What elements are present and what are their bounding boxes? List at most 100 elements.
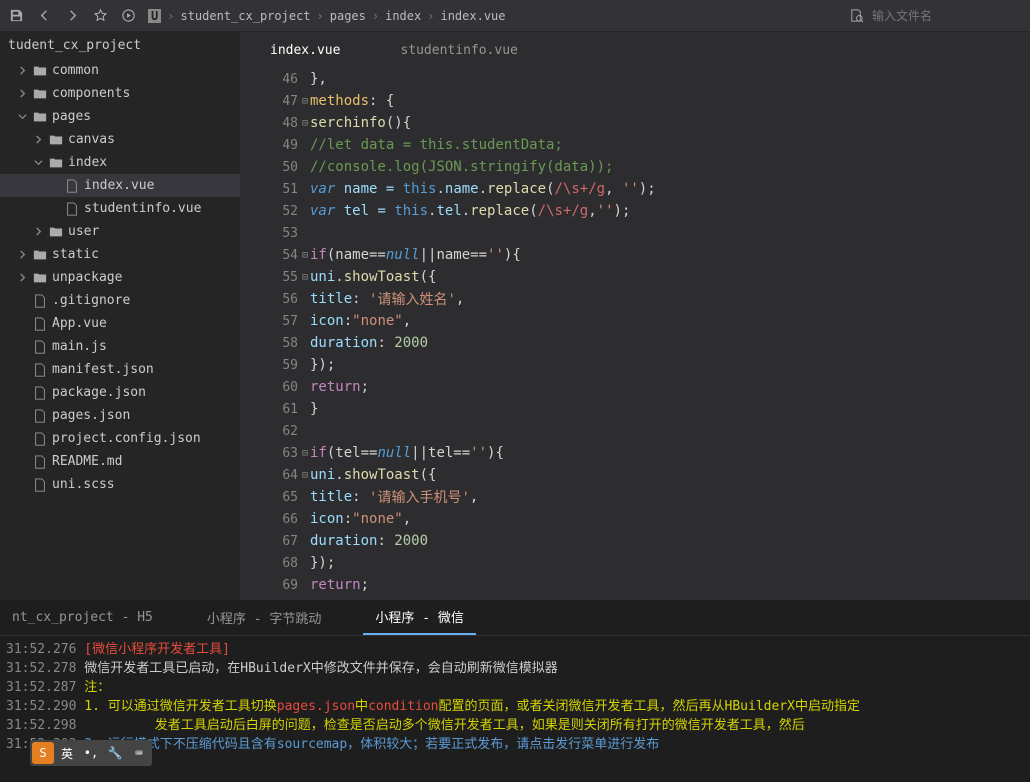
line-number[interactable]: 50 [240,156,310,178]
chevron-right-icon[interactable] [34,227,44,237]
chevron-down-icon[interactable] [34,158,44,168]
tree-folder[interactable]: static [0,243,240,266]
tree-file[interactable]: pages.json [0,404,240,427]
code-line[interactable]: icon:"none", [310,508,1030,530]
ime-keyboard-icon[interactable]: ⌨ [128,742,150,764]
code-line[interactable]: serchinfo(){ [310,112,1030,134]
fold-icon[interactable]: ⊟ [302,448,312,458]
code-line[interactable]: return; [310,574,1030,596]
line-number[interactable]: 54⊟ [240,244,310,266]
code-line[interactable]: duration: 2000 [310,530,1030,552]
tree-file[interactable]: package.json [0,381,240,404]
line-number[interactable]: 67 [240,530,310,552]
tree-folder[interactable]: unpackage [0,266,240,289]
code-line[interactable]: }); [310,354,1030,376]
chevron-right-icon[interactable] [18,250,28,260]
play-icon[interactable] [120,8,136,24]
chevron-right-icon[interactable] [18,66,28,76]
breadcrumb-project[interactable]: student_cx_project [180,9,310,23]
line-number[interactable]: 52 [240,200,310,222]
ime-punct-icon[interactable]: •, [80,742,102,764]
code-line[interactable]: title: '请输入手机号', [310,486,1030,508]
tree-folder[interactable]: index [0,151,240,174]
forward-icon[interactable] [64,8,80,24]
line-number[interactable]: 47⊟ [240,90,310,112]
line-number[interactable]: 63⊟ [240,442,310,464]
tree-file[interactable]: README.md [0,450,240,473]
chevron-right-icon[interactable] [18,89,28,99]
code-line[interactable]: var tel = this.tel.replace(/\s+/g,''); [310,200,1030,222]
line-number[interactable]: 51 [240,178,310,200]
tree-file[interactable]: .gitignore [0,289,240,312]
chevron-down-icon[interactable] [18,112,28,122]
file-search-input[interactable] [872,9,1022,23]
code-line[interactable] [310,420,1030,442]
code-content[interactable]: }, methods: { serchinfo(){ //let data = … [310,68,1030,600]
chevron-right-icon[interactable] [34,135,44,145]
tree-file[interactable]: studentinfo.vue [0,197,240,220]
code-line[interactable]: return; [310,376,1030,398]
breadcrumb-segment[interactable]: pages [330,9,366,23]
search-file-icon[interactable] [848,8,864,24]
line-number[interactable]: 70 [240,596,310,600]
code-line[interactable]: var name = this.name.replace(/\s+/g, '')… [310,178,1030,200]
code-line[interactable]: if(name==null||name==''){ [310,244,1030,266]
line-number[interactable]: 61 [240,398,310,420]
line-number[interactable]: 59 [240,354,310,376]
code-line[interactable]: } [310,398,1030,420]
file-explorer-sidebar[interactable]: tudent_cx_project commoncomponentspagesc… [0,32,240,600]
code-line[interactable]: methods: { [310,90,1030,112]
ime-lang[interactable]: 英 [56,742,78,764]
chevron-right-icon[interactable] [18,273,28,283]
line-number-gutter[interactable]: 4647⊟48⊟495051525354⊟55⊟5657585960616263… [240,68,310,600]
code-line[interactable]: duration: 2000 [310,332,1030,354]
console-tab-bytedance[interactable]: 小程序 - 字节跳动 [195,600,333,635]
code-line[interactable]: }, [310,68,1030,90]
breadcrumb-segment[interactable]: index [385,9,421,23]
fold-icon[interactable]: ⊟ [302,470,312,480]
line-number[interactable]: 56 [240,288,310,310]
line-number[interactable]: 48⊟ [240,112,310,134]
tree-file[interactable]: project.config.json [0,427,240,450]
ime-tools-icon[interactable]: 🔧 [104,742,126,764]
code-line[interactable]: }); [310,552,1030,574]
code-line[interactable] [310,222,1030,244]
tree-file[interactable]: manifest.json [0,358,240,381]
tree-folder[interactable]: pages [0,105,240,128]
fold-icon[interactable]: ⊟ [302,250,312,260]
line-number[interactable]: 66 [240,508,310,530]
project-title[interactable]: tudent_cx_project [0,32,240,59]
star-icon[interactable] [92,8,108,24]
fold-icon[interactable]: ⊟ [302,272,312,282]
code-line[interactable]: uni.showToast({ [310,464,1030,486]
code-line[interactable]: title: '请输入姓名', [310,288,1030,310]
tree-folder[interactable]: common [0,59,240,82]
save-icon[interactable] [8,8,24,24]
fold-icon[interactable]: ⊟ [302,118,312,128]
code-line[interactable]: uni.showToast({ [310,266,1030,288]
console-tab-wechat[interactable]: 小程序 - 微信 [363,600,475,635]
console-log[interactable]: 31:52.276 [微信小程序开发者工具]31:52.278 微信开发者工具已… [0,636,1030,782]
code-line[interactable]: if(tel==null||tel==''){ [310,442,1030,464]
tree-folder[interactable]: components [0,82,240,105]
tree-file[interactable]: App.vue [0,312,240,335]
line-number[interactable]: 58 [240,332,310,354]
tree-file[interactable]: index.vue [0,174,240,197]
breadcrumb-file[interactable]: index.vue [440,9,505,23]
tab-index-vue[interactable]: index.vue [270,43,340,58]
line-number[interactable]: 68 [240,552,310,574]
line-number[interactable]: 46 [240,68,310,90]
console-tab-h5[interactable]: nt_cx_project - H5 [0,600,165,635]
line-number[interactable]: 53 [240,222,310,244]
tree-file[interactable]: uni.scss [0,473,240,496]
fold-icon[interactable]: ⊟ [302,96,312,106]
line-number[interactable]: 69 [240,574,310,596]
line-number[interactable]: 49 [240,134,310,156]
tree-file[interactable]: main.js [0,335,240,358]
line-number[interactable]: 65 [240,486,310,508]
tree-folder[interactable]: canvas [0,128,240,151]
code-line[interactable]: icon:"none", [310,310,1030,332]
code-line[interactable]: //let data = this.studentData; [310,134,1030,156]
back-icon[interactable] [36,8,52,24]
code-line[interactable]: //console.log(JSON.stringify(data)); [310,156,1030,178]
